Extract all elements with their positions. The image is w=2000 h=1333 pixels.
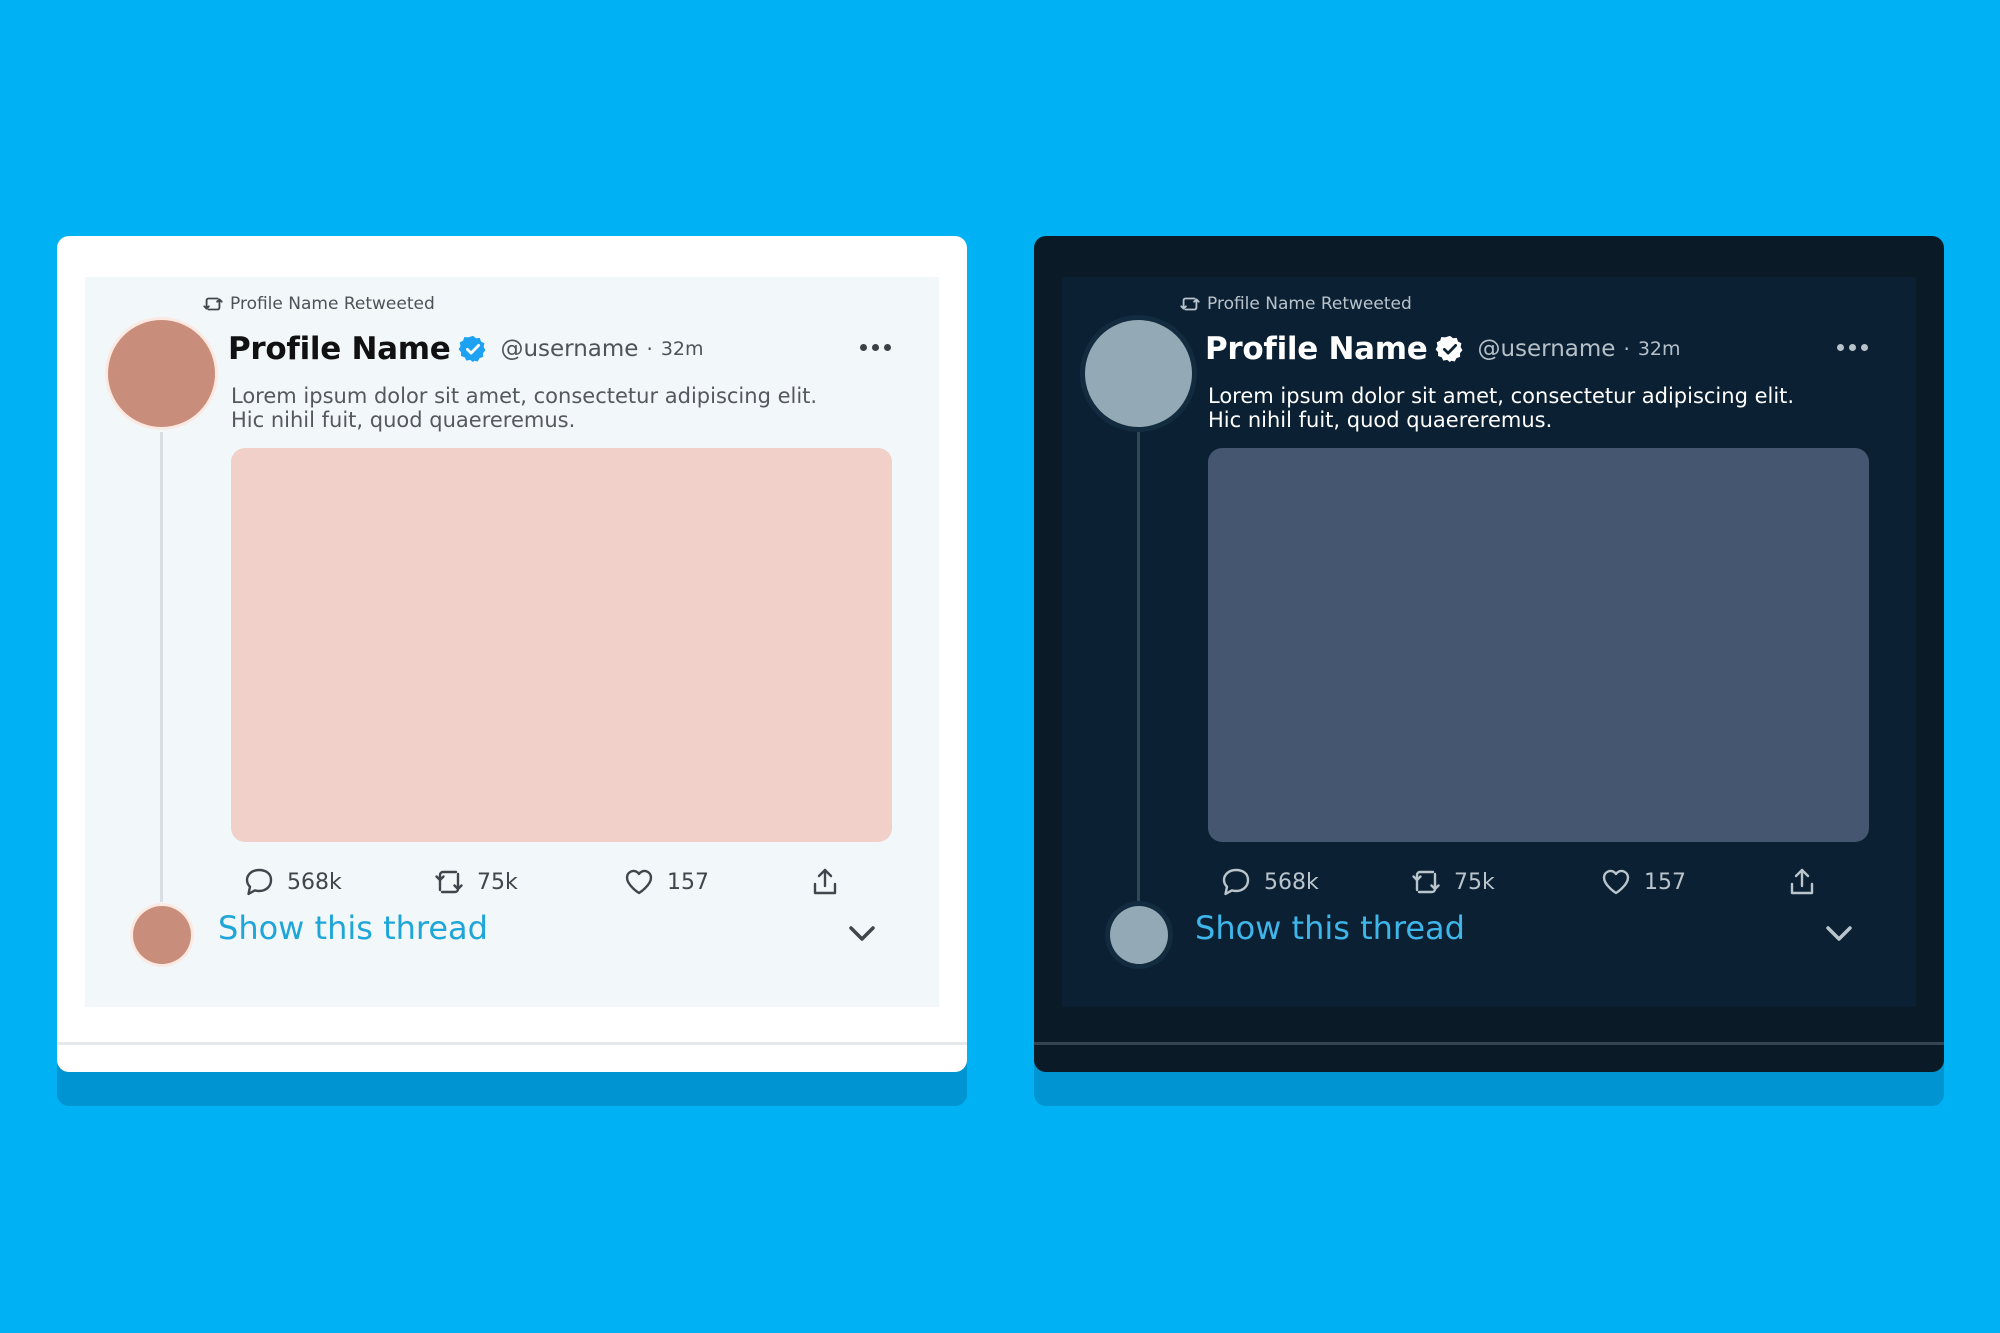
tweet-text: Lorem ipsum dolor sit amet, consectetur …	[231, 384, 911, 432]
retweet-button[interactable]: 75k	[433, 866, 518, 898]
verified-badge-icon	[1436, 335, 1463, 363]
retweet-icon	[203, 297, 223, 311]
retweet-header-text: Profile Name Retweeted	[230, 294, 435, 314]
username-handle[interactable]: @username	[500, 336, 638, 362]
tweet-card-light: Profile Name Retweeted Profile Name @use…	[57, 236, 967, 1106]
retweet-count: 75k	[477, 869, 518, 895]
author-row: Profile Name @username · 32m	[1205, 329, 1681, 369]
heart-icon	[1602, 869, 1630, 895]
like-button[interactable]: 157	[1600, 866, 1686, 898]
reply-button[interactable]: 568k	[1220, 866, 1319, 898]
thread-avatar[interactable]	[133, 906, 191, 964]
username-handle[interactable]: @username	[1477, 336, 1615, 362]
tweet-text-line: Lorem ipsum dolor sit amet, consectetur …	[1208, 384, 1795, 408]
action-bar: 568k 75k 157	[1220, 866, 1880, 898]
comment-icon	[1222, 868, 1250, 896]
reply-count: 568k	[287, 869, 342, 895]
divider	[57, 1042, 967, 1045]
avatar[interactable]	[1085, 320, 1192, 427]
comment-icon	[245, 868, 273, 896]
share-icon	[1790, 868, 1814, 895]
retweet-icon	[1412, 870, 1440, 894]
more-dots-icon	[859, 343, 867, 351]
tweet-text-line: Hic nihil fuit, quod quaereremus.	[1208, 408, 1553, 432]
retweet-icon	[1180, 297, 1200, 311]
separator: ·	[1623, 337, 1630, 361]
retweet-count: 75k	[1454, 869, 1495, 895]
more-options-button[interactable]	[855, 337, 895, 357]
thread-avatar[interactable]	[1110, 906, 1168, 964]
verified-badge-icon	[459, 335, 486, 363]
timestamp[interactable]: 32m	[1638, 338, 1681, 360]
avatar[interactable]	[108, 320, 215, 427]
chevron-down-icon[interactable]	[845, 922, 879, 946]
thread-line	[160, 432, 163, 902]
more-options-button[interactable]	[1832, 337, 1872, 357]
profile-name[interactable]: Profile Name	[1205, 331, 1428, 367]
share-icon	[813, 868, 837, 895]
more-dots-icon	[883, 343, 891, 351]
card-frame: Profile Name Retweeted Profile Name @use…	[1034, 236, 1944, 1072]
heart-icon	[625, 869, 653, 895]
like-count: 157	[667, 869, 709, 895]
tweet-text-line: Hic nihil fuit, quod quaereremus.	[231, 408, 576, 432]
show-thread-link[interactable]: Show this thread	[1195, 909, 1465, 947]
show-thread-link[interactable]: Show this thread	[218, 909, 488, 947]
timestamp[interactable]: 32m	[661, 338, 704, 360]
reply-count: 568k	[1264, 869, 1319, 895]
card-frame: Profile Name Retweeted Profile Name @use…	[57, 236, 967, 1072]
more-dots-icon	[1836, 343, 1844, 351]
separator: ·	[646, 337, 653, 361]
like-count: 157	[1644, 869, 1686, 895]
profile-name[interactable]: Profile Name	[228, 331, 451, 367]
divider	[1034, 1042, 1944, 1045]
thread-line	[1137, 432, 1140, 902]
tweet-media-placeholder[interactable]	[231, 448, 892, 842]
retweet-header: Profile Name Retweeted	[202, 289, 435, 319]
tweet-media-placeholder[interactable]	[1208, 448, 1869, 842]
tweet-panel[interactable]: Profile Name Retweeted Profile Name @use…	[85, 277, 939, 1007]
like-button[interactable]: 157	[623, 866, 709, 898]
retweet-button[interactable]: 75k	[1410, 866, 1495, 898]
tweet-text: Lorem ipsum dolor sit amet, consectetur …	[1208, 384, 1888, 432]
reply-button[interactable]: 568k	[243, 866, 342, 898]
share-button[interactable]	[1786, 866, 1818, 898]
retweet-header: Profile Name Retweeted	[1179, 289, 1412, 319]
share-button[interactable]	[809, 866, 841, 898]
chevron-down-icon[interactable]	[1822, 922, 1856, 946]
more-dots-icon	[1848, 343, 1856, 351]
action-bar: 568k 75k 157	[243, 866, 903, 898]
retweet-icon	[435, 870, 463, 894]
more-dots-icon	[871, 343, 879, 351]
more-dots-icon	[1860, 343, 1868, 351]
tweet-panel[interactable]: Profile Name Retweeted Profile Name @use…	[1062, 277, 1916, 1007]
retweet-header-text: Profile Name Retweeted	[1207, 294, 1412, 314]
tweet-text-line: Lorem ipsum dolor sit amet, consectetur …	[231, 384, 818, 408]
tweet-card-dark: Profile Name Retweeted Profile Name @use…	[1034, 236, 1944, 1106]
author-row: Profile Name @username · 32m	[228, 329, 704, 369]
